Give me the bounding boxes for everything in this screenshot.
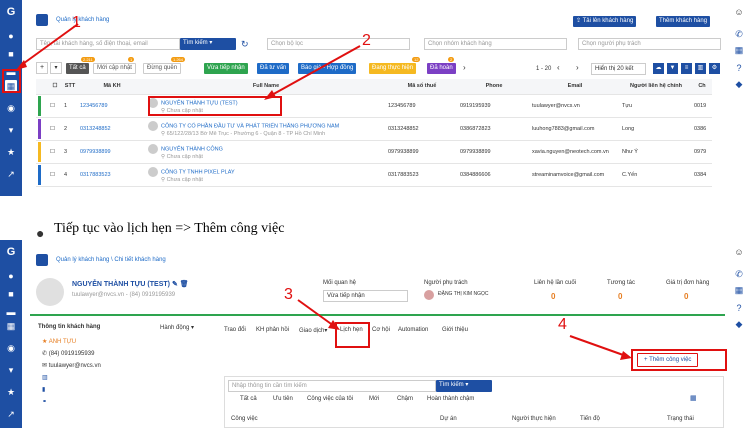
arrow-2 (269, 45, 361, 97)
annotation-arrows-2 (297, 299, 632, 360)
marker-number-4: 4 (558, 316, 567, 333)
arrow-4 (569, 335, 627, 357)
arrow-head-2 (264, 90, 276, 100)
instruction-text: Tiếp tục vào lịch hẹn => Thêm công việc (54, 221, 285, 236)
marker-number-1: 1 (72, 14, 81, 31)
marker-number-3: 3 (284, 286, 293, 303)
marker-number-2: 2 (362, 32, 371, 49)
arrow-head-3 (328, 320, 340, 330)
arrow-1 (19, 23, 79, 67)
arrow-head-4 (620, 351, 632, 360)
arrow-3 (297, 299, 335, 327)
annotation-arrows-1 (16, 23, 361, 100)
